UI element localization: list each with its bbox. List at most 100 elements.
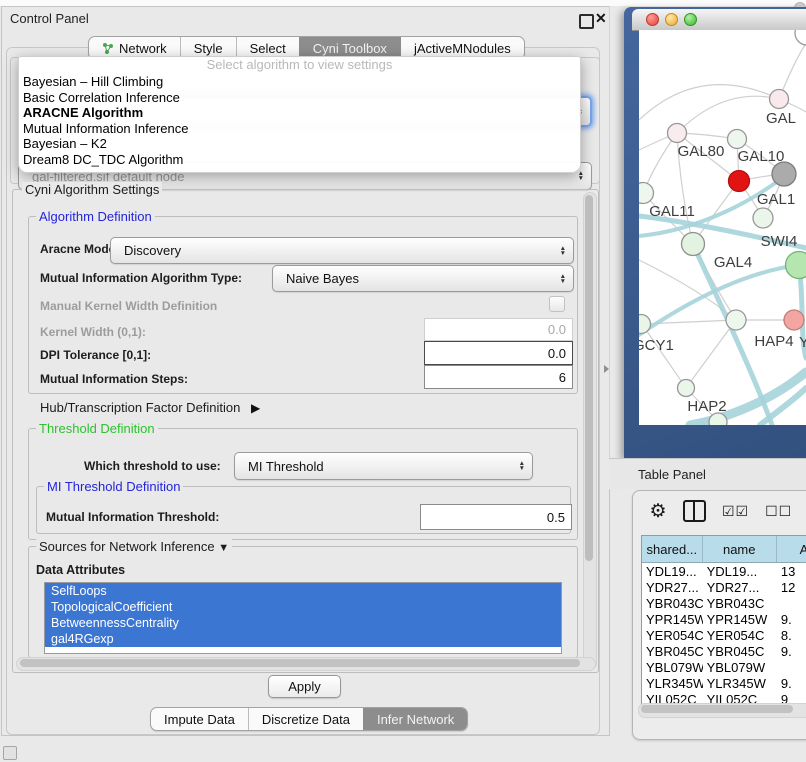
table-cell[interactable]: YBR045C bbox=[703, 644, 777, 659]
table-row[interactable]: YBR045CYBR045C9. bbox=[642, 643, 806, 659]
attribute-item[interactable]: TopologicalCoefficient bbox=[45, 599, 561, 615]
network-node[interactable] bbox=[795, 30, 806, 45]
table-cell[interactable]: YDR27... bbox=[642, 580, 703, 595]
table-row[interactable]: YER054CYER054C8. bbox=[642, 627, 806, 643]
scrollbar-thumb[interactable] bbox=[641, 705, 793, 713]
settings-horizontal-scrollbar[interactable] bbox=[16, 657, 596, 671]
network-node-gal1[interactable] bbox=[729, 171, 750, 192]
table-row[interactable]: YPR145WYPR145W9. bbox=[642, 611, 806, 627]
attribute-item[interactable]: SelfLoops bbox=[45, 583, 561, 599]
network-node-y[interactable] bbox=[784, 310, 804, 330]
column-header[interactable]: A bbox=[777, 536, 806, 562]
close-button[interactable] bbox=[646, 13, 659, 26]
table-cell[interactable]: YER054C bbox=[703, 628, 777, 643]
tab-infer-network[interactable]: Infer Network bbox=[363, 708, 467, 730]
column-header[interactable]: name bbox=[703, 536, 777, 562]
table-cell[interactable]: YDR27... bbox=[703, 580, 777, 595]
table-cell[interactable]: YER054C bbox=[642, 628, 703, 643]
network-canvas[interactable]: GALGAL80GAL10GAL1GAL11SWI4GAL4HAP4YGCY1H… bbox=[639, 30, 806, 425]
table-horizontal-scrollbar[interactable] bbox=[638, 703, 806, 718]
tab-impute-data[interactable]: Impute Data bbox=[151, 708, 248, 730]
close-icon[interactable]: ✕ bbox=[595, 10, 607, 27]
tab-discretize-data[interactable]: Discretize Data bbox=[248, 708, 363, 730]
aracne-mode-combobox[interactable]: Discovery ▲▼ bbox=[110, 237, 574, 264]
popup-item[interactable]: Bayesian – K2 bbox=[19, 136, 580, 152]
network-graph[interactable]: GALGAL80GAL10GAL1GAL11SWI4GAL4HAP4YGCY1H… bbox=[639, 30, 806, 425]
network-node-gal10[interactable] bbox=[728, 130, 747, 149]
table-cell[interactable]: 8. bbox=[777, 628, 806, 643]
popup-item[interactable]: Basic Correlation Inference bbox=[19, 90, 580, 106]
dock-icon[interactable] bbox=[3, 746, 17, 760]
popup-item[interactable]: Bayesian – Hill Climbing bbox=[19, 74, 580, 90]
network-node-gal11[interactable] bbox=[639, 183, 654, 204]
which-threshold-combobox[interactable]: MI Threshold ▲▼ bbox=[234, 452, 533, 480]
settings-vertical-scrollbar[interactable] bbox=[583, 192, 597, 670]
table-cell[interactable]: 9. bbox=[777, 676, 806, 691]
table-cell[interactable]: YBR043C bbox=[703, 596, 777, 611]
network-node-gal4[interactable] bbox=[682, 233, 705, 256]
mi-threshold-field[interactable]: 0.5 bbox=[420, 504, 572, 530]
splitpane-collapse-handle[interactable] bbox=[604, 365, 609, 373]
popup-item[interactable]: ARACNE Algorithm bbox=[19, 105, 580, 121]
float-window-icon[interactable] bbox=[579, 14, 594, 29]
network-node-swi4[interactable] bbox=[753, 208, 773, 228]
tab-label: jActiveMNodules bbox=[414, 41, 511, 56]
network-edge[interactable] bbox=[677, 96, 779, 133]
attribute-item[interactable]: BetweennessCentrality bbox=[45, 615, 561, 631]
hub-expander[interactable]: Hub/Transcription Factor Definition ▶ bbox=[40, 400, 260, 415]
table-cell[interactable]: YBL079W bbox=[642, 660, 703, 675]
network-edge[interactable] bbox=[639, 85, 779, 120]
popup-item[interactable]: Mutual Information Inference bbox=[19, 121, 580, 137]
network-node[interactable] bbox=[772, 162, 796, 186]
table-cell[interactable]: YPR145W bbox=[642, 612, 703, 627]
gear-icon[interactable]: ⚙ bbox=[645, 500, 671, 523]
network-node-gal[interactable] bbox=[770, 90, 789, 109]
table-cell[interactable]: YBL079W bbox=[703, 660, 777, 675]
kernel-width-field[interactable]: 0.0 bbox=[424, 318, 573, 341]
data-attributes-list[interactable]: SelfLoopsTopologicalCoefficientBetweenne… bbox=[44, 582, 562, 654]
table-row[interactable]: YBR043CYBR043C bbox=[642, 595, 806, 611]
table-cell[interactable]: YPR145W bbox=[703, 612, 777, 627]
table-cell[interactable]: 9. bbox=[777, 612, 806, 627]
popup-item[interactable]: Dream8 DC_TDC Algorithm bbox=[19, 152, 580, 168]
column-header[interactable]: shared... bbox=[642, 536, 703, 562]
network-edge[interactable] bbox=[642, 324, 686, 388]
zoom-button[interactable] bbox=[684, 13, 697, 26]
network-view-window[interactable]: GALGAL80GAL10GAL1GAL11SWI4GAL4HAP4YGCY1H… bbox=[624, 7, 806, 458]
scrollbar-thumb[interactable] bbox=[585, 195, 593, 561]
dpi-tolerance-field[interactable]: 0.0 bbox=[424, 341, 573, 365]
node-label: HAP2 bbox=[687, 398, 726, 415]
table-cell[interactable]: 12 bbox=[777, 580, 806, 595]
table-row[interactable]: YDR27...YDR27...12 bbox=[642, 579, 806, 595]
select-all-checkbox-icon[interactable]: ☑☑ bbox=[722, 503, 749, 520]
network-node-hap2[interactable] bbox=[678, 380, 695, 397]
table-cell[interactable]: YDL19... bbox=[642, 564, 703, 579]
table-row[interactable]: YBL079WYBL079W bbox=[642, 659, 806, 675]
data-attributes-label: Data Attributes bbox=[36, 563, 125, 577]
network-edge[interactable] bbox=[686, 320, 736, 388]
table-cell[interactable]: YBR045C bbox=[642, 644, 703, 659]
manual-kernel-checkbox[interactable] bbox=[549, 296, 565, 312]
network-window-titlebar[interactable] bbox=[632, 9, 806, 31]
attribute-item[interactable]: gal4RGexp bbox=[45, 631, 561, 647]
table-cell[interactable]: YBR043C bbox=[642, 596, 703, 611]
deselect-all-checkbox-icon[interactable]: ☐☐ bbox=[765, 503, 792, 520]
table-cell[interactable]: 9. bbox=[777, 644, 806, 659]
table-cell[interactable]: 13 bbox=[777, 564, 806, 579]
network-node-gal80[interactable] bbox=[668, 124, 687, 143]
table-cell[interactable]: YDL19... bbox=[703, 564, 777, 579]
column-layout-icon[interactable] bbox=[683, 500, 706, 522]
mi-steps-field[interactable]: 6 bbox=[424, 365, 573, 389]
network-node-hap4[interactable] bbox=[726, 310, 746, 330]
minimize-button[interactable] bbox=[665, 13, 678, 26]
table-row[interactable]: YLR345WYLR345W9. bbox=[642, 675, 806, 691]
table-cell[interactable]: YLR345W bbox=[642, 676, 703, 691]
sources-title[interactable]: Sources for Network Inference ▼ bbox=[36, 539, 232, 554]
table-row[interactable]: YDL19...YDL19...13 bbox=[642, 563, 806, 579]
network-node[interactable] bbox=[786, 252, 806, 279]
scrollbar-thumb[interactable] bbox=[20, 659, 580, 667]
mi-type-combobox[interactable]: Naive Bayes ▲▼ bbox=[272, 265, 574, 292]
tab-label: Discretize Data bbox=[262, 712, 350, 727]
apply-button[interactable]: Apply bbox=[268, 675, 341, 698]
table-cell[interactable]: YLR345W bbox=[703, 676, 777, 691]
